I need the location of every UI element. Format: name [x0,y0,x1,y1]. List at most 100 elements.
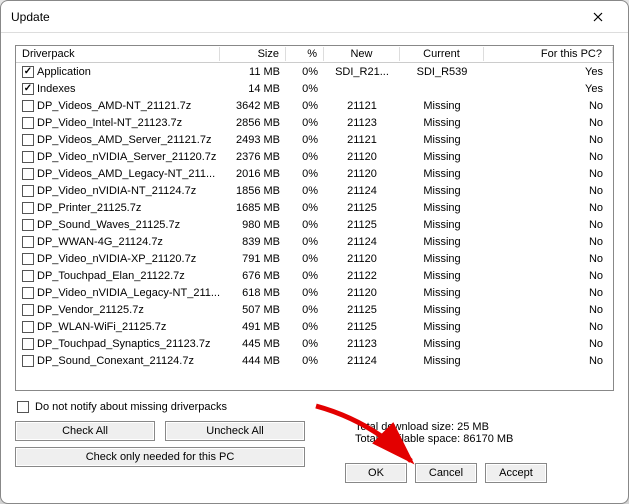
list-row[interactable]: DP_Sound_Waves_21125.7z980 MB0%21125Miss… [16,216,613,233]
list-row[interactable]: DP_Vendor_21125.7z507 MB0%21125MissingNo [16,301,613,318]
row-checkbox[interactable] [22,270,34,282]
list-row[interactable]: Application11 MB0%SDI_R21...SDI_R539Yes [16,63,613,80]
row-checkbox[interactable] [22,185,34,197]
row-current: Missing [400,270,484,282]
list-row[interactable]: DP_Video_nVIDIA_Legacy-NT_211...618 MB0%… [16,284,613,301]
row-size: 507 MB [220,304,286,316]
row-for-this-pc: Yes [484,66,613,78]
header-new[interactable]: New [324,47,400,61]
row-size: 14 MB [220,83,286,95]
row-new: 21120 [324,151,400,163]
row-new: 21122 [324,270,400,282]
row-current: Missing [400,219,484,231]
list-rows[interactable]: Application11 MB0%SDI_R21...SDI_R539YesI… [16,63,613,391]
header-driverpack[interactable]: Driverpack [16,47,220,61]
row-checkbox[interactable] [22,202,34,214]
row-new: 21125 [324,321,400,333]
row-size: 980 MB [220,219,286,231]
row-new: 21121 [324,100,400,112]
list-row[interactable]: DP_Video_Intel-NT_21123.7z2856 MB0%21123… [16,114,613,131]
row-checkbox[interactable] [22,117,34,129]
close-button[interactable] [578,3,618,31]
row-percent: 0% [286,270,324,282]
list-row[interactable]: DP_Videos_AMD-NT_21121.7z3642 MB0%21121M… [16,97,613,114]
uncheck-all-button[interactable]: Uncheck All [165,421,305,441]
list-row[interactable]: DP_Touchpad_Elan_21122.7z676 MB0%21122Mi… [16,267,613,284]
row-checkbox[interactable] [22,151,34,163]
row-for-this-pc: No [484,134,613,146]
row-size: 444 MB [220,355,286,367]
list-row[interactable]: DP_Touchpad_Synaptics_21123.7z445 MB0%21… [16,335,613,352]
row-size: 3642 MB [220,100,286,112]
row-for-this-pc: No [484,117,613,129]
window-title: Update [11,10,578,24]
header-for-this-pc[interactable]: For this PC? [484,47,613,61]
row-checkbox[interactable] [22,253,34,265]
row-new: 21124 [324,236,400,248]
row-for-this-pc: No [484,185,613,197]
list-row[interactable]: DP_Video_nVIDIA-NT_21124.7z1856 MB0%2112… [16,182,613,199]
row-percent: 0% [286,253,324,265]
row-checkbox[interactable] [22,355,34,367]
row-for-this-pc: No [484,236,613,248]
row-name: DP_Videos_AMD_Server_21121.7z [37,134,211,146]
row-for-this-pc: No [484,338,613,350]
header-percent[interactable]: % [286,47,324,61]
row-current: Missing [400,253,484,265]
list-row[interactable]: DP_Sound_Conexant_21124.7z444 MB0%21124M… [16,352,613,369]
accept-button[interactable]: Accept [485,463,547,483]
row-percent: 0% [286,355,324,367]
row-size: 1856 MB [220,185,286,197]
row-size: 2016 MB [220,168,286,180]
row-checkbox[interactable] [22,168,34,180]
header-current[interactable]: Current [400,47,484,61]
row-new: 21123 [324,338,400,350]
list-row[interactable]: DP_WLAN-WiFi_21125.7z491 MB0%21125Missin… [16,318,613,335]
row-checkbox[interactable] [22,321,34,333]
list-row[interactable]: DP_Video_nVIDIA-XP_21120.7z791 MB0%21120… [16,250,613,267]
cancel-button[interactable]: Cancel [415,463,477,483]
row-checkbox[interactable] [22,304,34,316]
driverpack-list[interactable]: Driverpack Size % New Current For this P… [15,45,614,391]
row-percent: 0% [286,338,324,350]
list-row[interactable]: DP_Printer_21125.7z1685 MB0%21125Missing… [16,199,613,216]
row-name: DP_Video_Intel-NT_21123.7z [37,117,182,129]
row-percent: 0% [286,304,324,316]
row-checkbox[interactable] [22,338,34,350]
row-checkbox[interactable] [22,83,34,95]
row-percent: 0% [286,185,324,197]
check-all-button[interactable]: Check All [15,421,155,441]
row-for-this-pc: No [484,270,613,282]
notify-checkbox[interactable] [17,401,29,413]
row-percent: 0% [286,66,324,78]
notify-checkbox-row[interactable]: Do not notify about missing driverpacks [15,399,614,421]
list-row[interactable]: DP_Videos_AMD_Server_21121.7z2493 MB0%21… [16,131,613,148]
header-size[interactable]: Size [220,47,286,61]
list-row[interactable]: DP_WWAN-4G_21124.7z839 MB0%21124MissingN… [16,233,613,250]
row-checkbox[interactable] [22,287,34,299]
row-current: Missing [400,304,484,316]
row-new: 21121 [324,134,400,146]
row-for-this-pc: No [484,202,613,214]
ok-button[interactable]: OK [345,463,407,483]
row-checkbox[interactable] [22,134,34,146]
row-current: Missing [400,236,484,248]
row-checkbox[interactable] [22,100,34,112]
row-checkbox[interactable] [22,66,34,78]
row-current: Missing [400,117,484,129]
check-only-needed-button[interactable]: Check only needed for this PC [15,447,305,467]
row-percent: 0% [286,134,324,146]
row-checkbox[interactable] [22,219,34,231]
row-current: Missing [400,321,484,333]
list-row[interactable]: Indexes14 MB0%Yes [16,80,613,97]
row-checkbox[interactable] [22,236,34,248]
row-current: Missing [400,185,484,197]
row-new: 21120 [324,168,400,180]
row-name: DP_Touchpad_Synaptics_21123.7z [37,338,210,350]
list-row[interactable]: DP_Video_nVIDIA_Server_21120.7z2376 MB0%… [16,148,613,165]
row-current: Missing [400,134,484,146]
row-for-this-pc: No [484,151,613,163]
row-percent: 0% [286,151,324,163]
row-name: DP_Video_nVIDIA_Server_21120.7z [37,151,216,163]
list-row[interactable]: DP_Videos_AMD_Legacy-NT_211...2016 MB0%2… [16,165,613,182]
